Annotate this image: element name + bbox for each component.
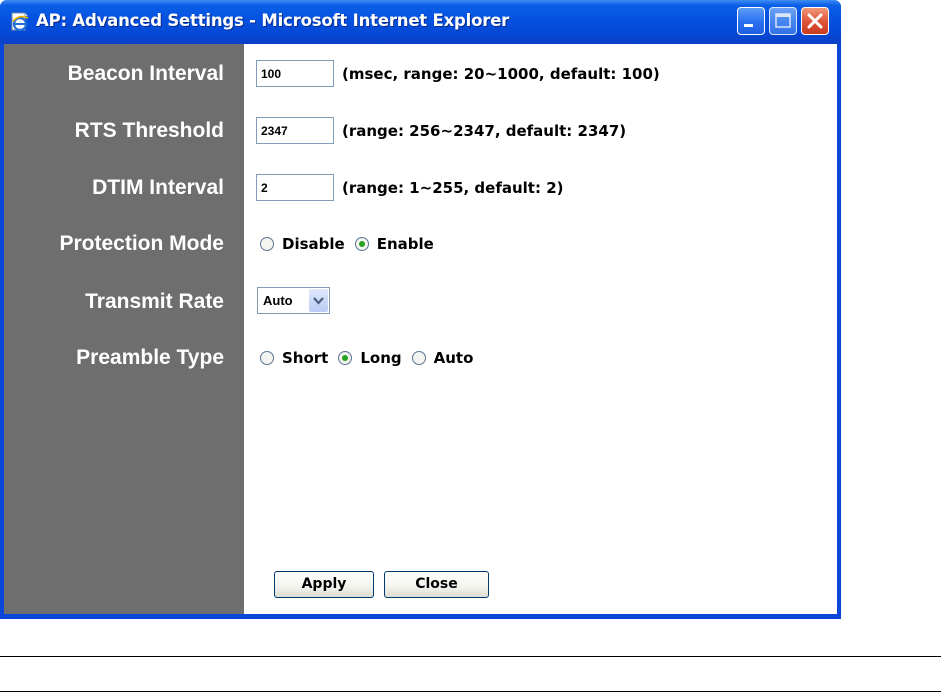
preamble-type-label: Preamble Type [76,346,224,369]
dialog-content: Beacon Interval RTS Threshold DTIM Inter… [4,44,837,614]
ie-page-icon [11,12,29,32]
window-title: AP: Advanced Settings - Microsoft Intern… [36,11,510,30]
protection-disable-label[interactable]: Disable [282,235,345,253]
dropdown-button[interactable] [309,289,328,312]
beacon-interval-hint: (msec, range: 20~1000, default: 100) [342,65,660,83]
protection-mode-options: Disable Enable [260,233,444,255]
protection-enable-radio[interactable] [354,237,369,251]
beacon-interval-input[interactable] [256,60,334,87]
preamble-short-radio[interactable] [260,351,274,365]
minimize-icon [744,24,753,27]
maximize-icon [775,13,791,28]
dtim-interval-hint: (range: 1~255, default: 2) [342,179,564,197]
transmit-rate-label: Transmit Rate [85,290,224,313]
preamble-type-options: Short Long Auto [260,347,483,369]
close-icon [807,13,823,29]
rts-threshold-input[interactable] [256,117,334,144]
close-window-button[interactable] [801,7,829,35]
rts-threshold-label: RTS Threshold [74,119,224,142]
preamble-short-label[interactable]: Short [282,349,328,367]
transmit-rate-value: Auto [263,293,293,308]
browser-window: AP: Advanced Settings - Microsoft Intern… [0,0,841,619]
divider-line [0,691,941,692]
protection-mode-label: Protection Mode [59,232,224,255]
maximize-button[interactable] [769,7,797,35]
protection-enable-label[interactable]: Enable [377,235,434,253]
protection-disable-radio[interactable] [260,237,274,251]
preamble-long-label[interactable]: Long [360,349,401,367]
rts-threshold-hint: (range: 256~2347, default: 2347) [342,122,627,140]
divider-line [0,656,941,657]
label-column: Beacon Interval RTS Threshold DTIM Inter… [4,44,244,614]
dtim-interval-label: DTIM Interval [92,176,224,199]
dtim-interval-input[interactable] [256,174,334,201]
preamble-auto-label[interactable]: Auto [434,349,474,367]
preamble-long-radio[interactable] [338,351,353,365]
transmit-rate-select[interactable]: Auto [257,287,330,314]
close-button[interactable]: Close [384,571,489,598]
apply-button[interactable]: Apply [274,571,374,598]
minimize-button[interactable] [737,7,765,35]
title-bar[interactable]: AP: Advanced Settings - Microsoft Intern… [0,0,841,44]
beacon-interval-label: Beacon Interval [67,62,224,85]
preamble-auto-radio[interactable] [411,351,426,365]
chevron-down-icon [313,297,324,305]
